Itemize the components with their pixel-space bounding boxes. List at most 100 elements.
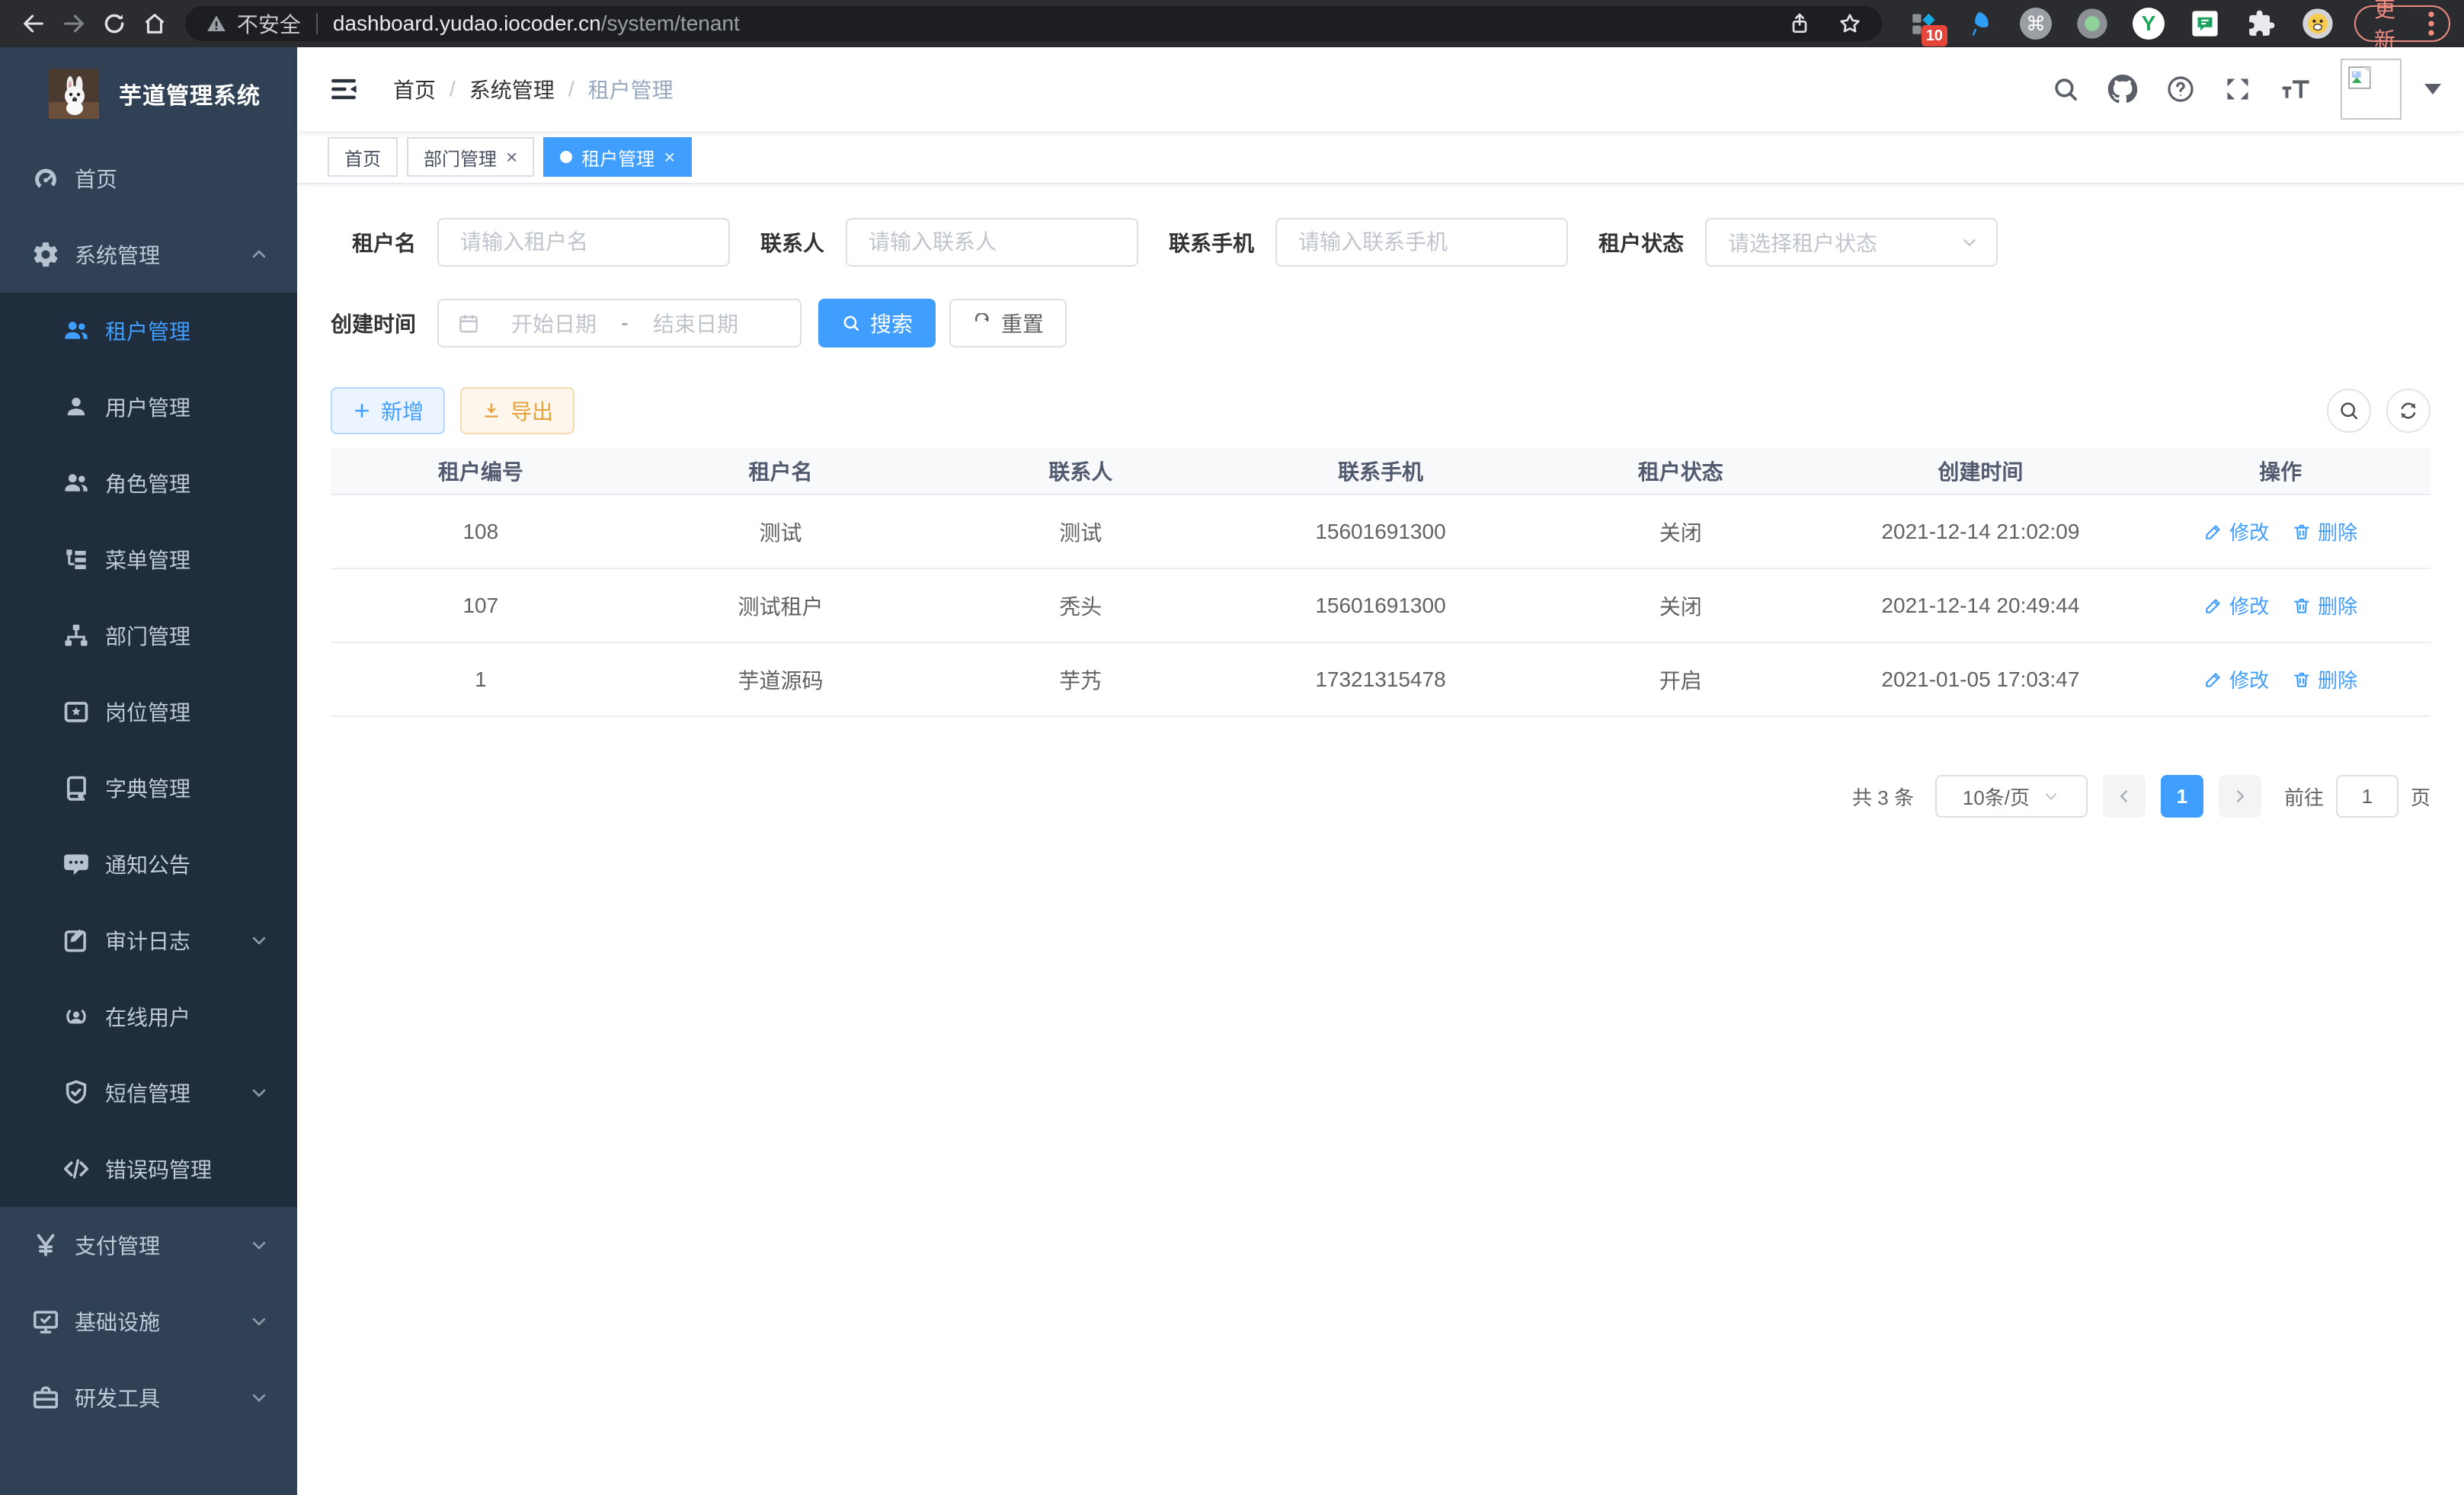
add-button[interactable]: 新增 — [331, 387, 445, 434]
prev-page-button[interactable] — [2103, 775, 2146, 818]
sidebar-item-基础设施[interactable]: 基础设施 — [0, 1283, 297, 1359]
command-glyph: ⌘ — [2020, 8, 2052, 40]
browser-update-button[interactable]: 更新 — [2354, 5, 2450, 42]
sidebar-fold-icon[interactable] — [328, 73, 360, 105]
breadcrumb-system[interactable]: 系统管理 — [469, 74, 555, 104]
sidebar-item-租户管理[interactable]: 租户管理 — [0, 293, 297, 369]
page-number-button[interactable]: 1 — [2161, 775, 2203, 818]
edit-link[interactable]: 修改 — [2203, 517, 2269, 546]
column-header: 租户状态 — [1531, 456, 1831, 486]
sidebar-item-通知公告[interactable]: 通知公告 — [0, 826, 297, 902]
tenant-users-icon — [61, 315, 91, 346]
url-host: dashboard.yudao.iocoder.cn — [333, 11, 601, 35]
user-avatar[interactable] — [2341, 59, 2402, 120]
edit-link[interactable]: 修改 — [2203, 591, 2269, 619]
next-page-button[interactable] — [2219, 775, 2261, 818]
cell-contact: 测试 — [930, 517, 1230, 547]
sidebar-item-label: 菜单管理 — [105, 544, 190, 575]
date-range-picker[interactable]: 开始日期 - 结束日期 — [437, 299, 802, 347]
help-icon[interactable] — [2165, 74, 2196, 104]
trash-icon — [2292, 670, 2312, 690]
sidebar-item-系统管理[interactable]: 系统管理 — [0, 216, 297, 293]
sidebar-item-部门管理[interactable]: 部门管理 — [0, 597, 297, 674]
extension-y-icon[interactable]: Y — [2132, 7, 2165, 40]
delete-link[interactable]: 删除 — [2292, 517, 2357, 546]
delete-link[interactable]: 删除 — [2292, 591, 2357, 619]
bookmark-star-icon[interactable] — [1838, 11, 1862, 36]
date-separator: - — [611, 311, 638, 335]
goto-page-input[interactable] — [2336, 775, 2398, 818]
audit-log-icon — [61, 925, 91, 956]
cell-contact: 秃头 — [930, 591, 1230, 621]
tag-部门管理[interactable]: 部门管理× — [407, 137, 534, 177]
status-select[interactable]: 请选择租户状态 — [1705, 218, 1998, 267]
calendar-icon — [457, 312, 480, 335]
sidebar-item-支付管理[interactable]: 支付管理 — [0, 1207, 297, 1283]
tag-首页[interactable]: 首页 — [328, 137, 398, 177]
font-size-icon[interactable] — [2280, 74, 2313, 104]
cell-actions: 修改删除 — [2130, 517, 2430, 546]
close-icon[interactable]: × — [664, 147, 675, 167]
sidebar-item-label: 字典管理 — [105, 773, 190, 803]
extension-command-icon[interactable]: ⌘ — [2019, 7, 2053, 40]
header-search-icon[interactable] — [2051, 75, 2080, 104]
sidebar-item-研发工具[interactable]: 研发工具 — [0, 1359, 297, 1436]
sidebar-item-首页[interactable]: 首页 — [0, 140, 297, 216]
phone-input[interactable] — [1275, 218, 1568, 267]
sidebar-item-用户管理[interactable]: 用户管理 — [0, 369, 297, 445]
filter-row-1: 租户名 联系人 联系手机 租户状态 请选择租户状态 — [331, 218, 2430, 267]
extension-kite-icon[interactable] — [1963, 7, 1996, 40]
sms-shield-icon — [61, 1077, 91, 1108]
chevron-down-icon — [2042, 787, 2060, 805]
delete-link[interactable]: 删除 — [2292, 665, 2357, 693]
sidebar-item-在线用户[interactable]: 在线用户 — [0, 978, 297, 1055]
kebab-menu-icon[interactable] — [2427, 11, 2435, 37]
sidebar-item-菜单管理[interactable]: 菜单管理 — [0, 521, 297, 597]
sidebar-item-角色管理[interactable]: 角色管理 — [0, 445, 297, 521]
sidebar-logo[interactable]: 芋道管理系统 — [0, 47, 297, 140]
column-header: 联系手机 — [1230, 456, 1531, 486]
sidebar-item-短信管理[interactable]: 短信管理 — [0, 1055, 297, 1131]
chevron-down-icon — [248, 930, 270, 951]
tag-租户管理[interactable]: 租户管理× — [543, 137, 692, 177]
fullscreen-icon[interactable] — [2223, 75, 2252, 104]
reset-button[interactable]: 重置 — [949, 299, 1067, 347]
refresh-table-button[interactable] — [2386, 389, 2430, 433]
extension-chat-icon[interactable] — [2188, 7, 2222, 40]
github-icon[interactable] — [2107, 74, 2138, 104]
chevron-down-icon — [248, 1387, 270, 1408]
cell-status: 关闭 — [1531, 591, 1831, 621]
share-icon[interactable] — [1787, 11, 1812, 36]
extensions-puzzle-icon[interactable] — [2245, 7, 2278, 40]
browser-forward-button[interactable] — [54, 3, 94, 44]
update-label: 更新 — [2374, 0, 2415, 54]
extension-grid-icon[interactable]: 10 — [1906, 7, 1940, 40]
tenant-name-input[interactable] — [437, 218, 730, 267]
profile-avatar-icon[interactable] — [2301, 7, 2334, 40]
sidebar-item-审计日志[interactable]: 审计日志 — [0, 902, 297, 978]
sidebar-item-label: 研发工具 — [75, 1382, 160, 1413]
page-size-select[interactable]: 10条/页 — [1935, 775, 2088, 818]
address-bar[interactable]: 不安全 dashboard.yudao.iocoder.cn/system/te… — [185, 6, 1882, 41]
search-button[interactable]: 搜索 — [818, 299, 936, 347]
browser-reload-button[interactable] — [94, 3, 134, 44]
export-button[interactable]: 导出 — [460, 387, 574, 434]
edit-link[interactable]: 修改 — [2203, 665, 2269, 693]
avatar-dropdown-caret[interactable] — [2424, 84, 2441, 94]
chevron-left-icon — [2114, 786, 2134, 806]
browser-back-button[interactable] — [14, 3, 54, 44]
sidebar-item-错误码管理[interactable]: 错误码管理 — [0, 1131, 297, 1207]
sidebar-item-岗位管理[interactable]: 岗位管理 — [0, 674, 297, 750]
cell-name: 芋道源码 — [631, 664, 931, 695]
sidebar-item-字典管理[interactable]: 字典管理 — [0, 750, 297, 826]
browser-home-button[interactable] — [134, 3, 174, 44]
security-chip[interactable]: 不安全 — [205, 8, 301, 39]
show-search-button[interactable] — [2327, 389, 2371, 433]
close-icon[interactable]: × — [506, 147, 517, 167]
trash-icon — [2292, 522, 2312, 542]
chevron-down-icon — [248, 1311, 270, 1332]
extension-record-icon[interactable] — [2075, 7, 2109, 40]
breadcrumb-home[interactable]: 首页 — [393, 74, 436, 104]
contact-input[interactable] — [846, 218, 1138, 267]
sidebar-item-label: 角色管理 — [105, 468, 190, 498]
